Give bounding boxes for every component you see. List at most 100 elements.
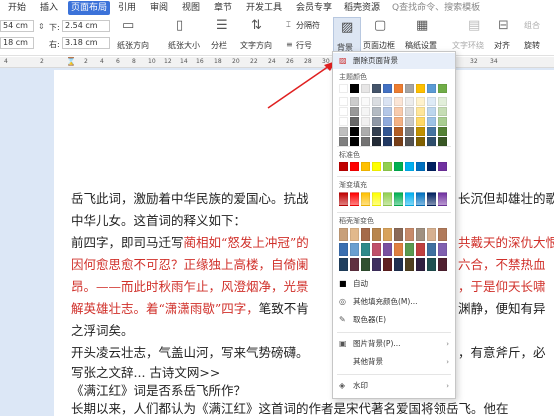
theme-color-swatch[interactable]	[339, 137, 348, 146]
theme-color-swatch[interactable]	[438, 117, 447, 126]
theme-color-swatch[interactable]	[427, 117, 436, 126]
gradient-swatch[interactable]	[405, 192, 414, 206]
theme-color-swatch[interactable]	[405, 117, 414, 126]
rice-gradient-swatch[interactable]	[383, 258, 392, 271]
theme-color-swatch[interactable]	[416, 127, 425, 136]
theme-color-swatch[interactable]	[394, 97, 403, 106]
rice-gradient-swatch[interactable]	[372, 228, 381, 241]
rice-gradient-swatch[interactable]	[350, 228, 359, 241]
margin-right-field[interactable]: 2.54 cm	[62, 20, 110, 32]
tab-docer[interactable]: 稻壳资源	[344, 1, 380, 15]
theme-color-swatch[interactable]	[427, 137, 436, 146]
tab-references[interactable]: 引用	[118, 1, 136, 15]
rice-gradient-swatch[interactable]	[405, 243, 414, 256]
rice-gradient-swatch[interactable]	[427, 228, 436, 241]
theme-color-swatch[interactable]	[416, 137, 425, 146]
tab-view[interactable]: 视图	[182, 1, 200, 15]
rice-gradient-swatch[interactable]	[339, 243, 348, 256]
theme-color-swatch[interactable]	[361, 107, 370, 116]
theme-color-swatch[interactable]	[416, 97, 425, 106]
page-border-button[interactable]: 页面边框	[363, 40, 395, 51]
color-picker-item[interactable]: ✎ 取色器(E)	[333, 312, 455, 328]
theme-color-swatch[interactable]	[339, 117, 348, 126]
other-background-item[interactable]: 其他背景 ›	[333, 354, 455, 370]
rice-gradient-swatch[interactable]	[405, 228, 414, 241]
theme-color-swatch[interactable]	[361, 117, 370, 126]
rice-gradient-swatch[interactable]	[438, 228, 447, 241]
theme-color-swatch[interactable]	[405, 84, 414, 93]
gradient-swatch[interactable]	[438, 192, 447, 206]
theme-color-swatch[interactable]	[438, 137, 447, 146]
tab-review[interactable]: 审阅	[150, 1, 168, 15]
theme-color-swatch[interactable]	[405, 107, 414, 116]
theme-color-swatch[interactable]	[394, 137, 403, 146]
theme-color-swatch[interactable]	[383, 84, 392, 93]
stepper-icon[interactable]: ⇕	[38, 22, 45, 31]
rotate-button[interactable]: 旋转	[524, 40, 540, 51]
theme-color-swatch[interactable]	[383, 117, 392, 126]
theme-color-swatch[interactable]	[350, 127, 359, 136]
gradient-swatch[interactable]	[427, 192, 436, 206]
margin-bottom-field[interactable]: 18 cm	[0, 37, 34, 49]
gradient-swatch[interactable]	[394, 192, 403, 206]
theme-color-swatch[interactable]	[427, 84, 436, 93]
tab-page-layout[interactable]: 页面布局	[68, 1, 111, 15]
theme-color-swatch[interactable]	[416, 107, 425, 116]
paper-size-button[interactable]: 纸张大小	[168, 40, 200, 51]
theme-color-swatch[interactable]	[405, 97, 414, 106]
tab-start[interactable]: 开始	[8, 1, 26, 15]
rice-gradient-swatch[interactable]	[372, 258, 381, 271]
theme-color-swatch[interactable]	[350, 84, 359, 93]
background-button[interactable]: ▨ 背景	[333, 17, 361, 54]
rice-gradient-swatch[interactable]	[427, 258, 436, 271]
standard-color-swatch[interactable]	[427, 162, 436, 171]
other-fill-color-item[interactable]: ◎ 其他填充颜色(M)...	[333, 294, 455, 310]
rice-gradient-swatch[interactable]	[405, 258, 414, 271]
indent-marker-icon[interactable]: ⌛	[66, 57, 76, 66]
theme-color-swatch[interactable]	[416, 117, 425, 126]
watermark-item[interactable]: ◈ 水印 ›	[333, 378, 455, 394]
theme-color-swatch[interactable]	[372, 117, 381, 126]
theme-color-swatch[interactable]	[394, 84, 403, 93]
rice-gradient-swatch[interactable]	[394, 258, 403, 271]
rice-gradient-swatch[interactable]	[416, 243, 425, 256]
combine-button[interactable]: 组合	[524, 20, 540, 31]
rice-gradient-swatch[interactable]	[350, 258, 359, 271]
rice-gradient-swatch[interactable]	[394, 228, 403, 241]
theme-color-swatch[interactable]	[339, 84, 348, 93]
rice-gradient-swatch[interactable]	[339, 258, 348, 271]
gradient-swatch[interactable]	[350, 192, 359, 206]
grid-settings-button[interactable]: 稿纸设置	[405, 40, 437, 51]
theme-color-swatch[interactable]	[372, 84, 381, 93]
standard-color-swatch[interactable]	[361, 162, 370, 171]
rice-gradient-swatch[interactable]	[383, 243, 392, 256]
theme-color-swatch[interactable]	[383, 127, 392, 136]
align-button[interactable]: 对齐	[494, 40, 510, 51]
tab-developer[interactable]: 开发工具	[246, 1, 282, 15]
theme-color-swatch[interactable]	[350, 107, 359, 116]
standard-color-swatch[interactable]	[372, 162, 381, 171]
gradient-swatch[interactable]	[372, 192, 381, 206]
text-direction-button[interactable]: 文字方向	[240, 40, 272, 51]
gradient-swatch[interactable]	[339, 192, 348, 206]
theme-color-swatch[interactable]	[339, 107, 348, 116]
theme-color-swatch[interactable]	[372, 97, 381, 106]
theme-color-swatch[interactable]	[372, 107, 381, 116]
theme-color-swatch[interactable]	[350, 137, 359, 146]
tab-member[interactable]: 会员专享	[296, 1, 332, 15]
theme-color-swatch[interactable]	[427, 97, 436, 106]
rice-gradient-swatch[interactable]	[339, 228, 348, 241]
rice-gradient-swatch[interactable]	[416, 228, 425, 241]
orientation-button[interactable]: 纸张方向	[117, 40, 149, 51]
rice-gradient-swatch[interactable]	[361, 258, 370, 271]
theme-color-swatch[interactable]	[438, 97, 447, 106]
line-number-button[interactable]: 行号	[296, 40, 312, 51]
theme-color-swatch[interactable]	[427, 127, 436, 136]
picture-background-item[interactable]: ▣ 图片背景(P)... ›	[333, 336, 455, 352]
rice-gradient-swatch[interactable]	[361, 243, 370, 256]
theme-color-swatch[interactable]	[339, 97, 348, 106]
theme-color-swatch[interactable]	[394, 107, 403, 116]
theme-color-swatch[interactable]	[405, 127, 414, 136]
theme-color-swatch[interactable]	[383, 107, 392, 116]
theme-color-swatch[interactable]	[372, 127, 381, 136]
